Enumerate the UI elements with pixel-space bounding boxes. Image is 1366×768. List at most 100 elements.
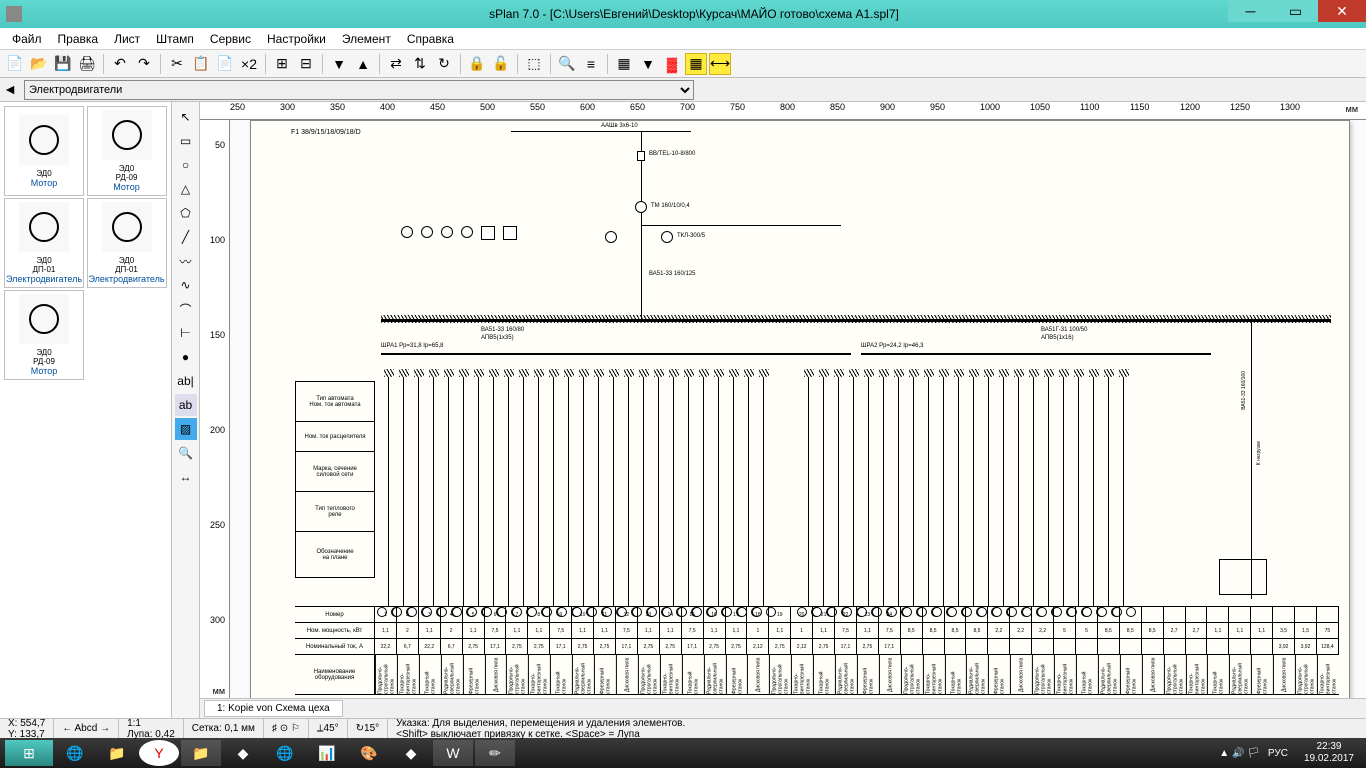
rect-tool[interactable]: ▭ <box>175 130 197 152</box>
palette-button[interactable]: ▓ <box>661 53 683 75</box>
snap-toggles[interactable]: ♯ ⊙ ⚐ <box>264 719 309 738</box>
menu-element[interactable]: Элемент <box>334 32 399 46</box>
pointer-tool[interactable]: ↖ <box>175 106 197 128</box>
polygon-tool[interactable]: △ <box>175 178 197 200</box>
rotate-display: ↻ 15° <box>348 719 389 738</box>
cut-button[interactable]: ✂ <box>166 53 188 75</box>
task-app1[interactable]: ◆ <box>223 740 263 766</box>
library-item[interactable]: ЭД0Мотор <box>4 106 84 196</box>
transformer-label: ТМ 160/10/0,4 <box>651 203 690 209</box>
window-titlebar: sPlan 7.0 - [C:\Users\Евгений\Desktop\Ку… <box>0 0 1366 28</box>
menu-edit[interactable]: Правка <box>50 32 107 46</box>
switch-label: ВВ/TEL-10-8/800 <box>649 151 695 157</box>
lock-button[interactable]: 🔒 <box>466 53 488 75</box>
task-splan[interactable]: ✏ <box>475 740 515 766</box>
bring-front-button[interactable]: ▲ <box>352 53 374 75</box>
print-button[interactable]: 🖨 <box>76 53 98 75</box>
canvas-scroll[interactable]: 5010015020025030050мм F1 38/9/15/18/09/1… <box>200 120 1366 698</box>
shra1-cable-label: АПВ5(1х35) <box>481 335 514 341</box>
task-yandex[interactable]: Y <box>139 740 179 766</box>
menu-service[interactable]: Сервис <box>202 32 259 46</box>
sheet-tab[interactable]: 1: Kopie von Схема цеха <box>204 700 343 717</box>
color-button[interactable]: ▼ <box>637 53 659 75</box>
special-tool[interactable]: ⬠ <box>175 202 197 224</box>
library-dropdown[interactable]: Электродвигатели <box>24 80 694 100</box>
last-breaker-label: ВА51-33 160/160 <box>1241 371 1247 410</box>
highlight2-button[interactable]: ⟷ <box>709 53 731 75</box>
shra2-breaker-label: ВА51Г-31 100/50 <box>1041 327 1087 333</box>
task-app2[interactable]: 📊 <box>307 740 347 766</box>
menu-stamp[interactable]: Штамп <box>148 32 202 46</box>
undo-button[interactable]: ↶ <box>109 53 131 75</box>
search-button[interactable]: 🔍 <box>556 53 578 75</box>
tray-icons[interactable]: ▲ 🔊 🏳 <box>1219 748 1260 759</box>
task-paint[interactable]: 🎨 <box>349 740 389 766</box>
window-title: sPlan 7.0 - [C:\Users\Евгений\Desktop\Ку… <box>28 7 1360 21</box>
line-tool[interactable]: ╱ <box>175 226 197 248</box>
task-app3[interactable]: ◆ <box>391 740 431 766</box>
ungroup-button[interactable]: ⊟ <box>295 53 317 75</box>
drawing-canvas[interactable]: F1 38/9/15/18/09/18/D ААШв 3x6-10 ВВ/TEL… <box>230 120 1366 698</box>
paste-button[interactable]: 📄 <box>214 53 236 75</box>
library-back-button[interactable]: ◄ <box>0 78 20 100</box>
library-selector-row: ◄ Электродвигатели <box>0 78 1366 102</box>
library-item[interactable]: ЭД0РД-09Мотор <box>4 290 84 380</box>
menu-file[interactable]: Файл <box>4 32 50 46</box>
grid-button[interactable]: ▦ <box>613 53 635 75</box>
text-tool[interactable]: ab| <box>175 370 197 392</box>
mirror-v-button[interactable]: ⇅ <box>409 53 431 75</box>
send-back-button[interactable]: ▼ <box>328 53 350 75</box>
library-item[interactable]: ЭД0ДП-01Электродвигатель <box>87 198 167 288</box>
measure-tool[interactable]: ↔ <box>175 466 197 488</box>
status-hint: Указка: Для выделения, перемещения и уда… <box>388 718 1366 740</box>
library-panel: ЭД0МоторЭД0РД-09МоторЭД0ДП-01Электродвиг… <box>0 102 172 718</box>
menu-sheet[interactable]: Лист <box>106 32 148 46</box>
menu-settings[interactable]: Настройки <box>259 32 334 46</box>
task-word[interactable]: W <box>433 740 473 766</box>
library-item[interactable]: ЭД0ДП-01Электродвигатель <box>4 198 84 288</box>
duplicate-button[interactable]: ×2 <box>238 53 260 75</box>
highlight1-button[interactable]: ▦ <box>685 53 707 75</box>
task-folder[interactable]: 📁 <box>181 740 221 766</box>
close-button[interactable]: ✕ <box>1318 0 1366 22</box>
group-button[interactable]: ⊞ <box>271 53 293 75</box>
abcd-display: ← Abcd → <box>54 719 119 738</box>
task-explorer[interactable]: 📁 <box>97 740 137 766</box>
save-file-button[interactable]: 💾 <box>52 53 74 75</box>
maximize-button[interactable]: ▭ <box>1273 0 1318 22</box>
zoom-display: 1:1Лупа: 0,42 <box>119 719 184 738</box>
redo-button[interactable]: ↷ <box>133 53 155 75</box>
language-indicator[interactable]: РУС <box>1268 748 1288 759</box>
taskbar-clock[interactable]: 22:39 19.02.2017 <box>1296 741 1362 765</box>
bezier-tool[interactable]: ∿ <box>175 274 197 296</box>
wave-tool[interactable]: 〰 <box>175 250 197 272</box>
shra1-bus <box>381 353 851 355</box>
arc-tool[interactable]: ⌒ <box>175 298 197 320</box>
copy-button[interactable]: 📋 <box>190 53 212 75</box>
connector-tool[interactable]: ⊢ <box>175 322 197 344</box>
mirror-h-button[interactable]: ⇄ <box>385 53 407 75</box>
angle-display: ⟂ 45° <box>309 719 348 738</box>
open-file-button[interactable]: 📂 <box>28 53 50 75</box>
ct-label: ТКЛ-300/5 <box>677 233 705 239</box>
rotate-button[interactable]: ↻ <box>433 53 455 75</box>
task-chrome[interactable]: 🌐 <box>265 740 305 766</box>
start-button[interactable]: ⊞ <box>5 740 53 766</box>
windows-taskbar: ⊞ 🌐 📁 Y 📁 ◆ 🌐 📊 🎨 ◆ W ✏ ▲ 🔊 🏳 РУС 22:39 … <box>0 738 1366 768</box>
unlock-button[interactable]: 🔓 <box>490 53 512 75</box>
minimize-button[interactable]: ─ <box>1228 0 1273 22</box>
zoom-selection-button[interactable]: ⬚ <box>523 53 545 75</box>
task-ie[interactable]: 🌐 <box>55 740 95 766</box>
sch-header-code: F1 38/9/15/18/09/18/D <box>291 129 361 136</box>
menu-help[interactable]: Справка <box>399 32 462 46</box>
new-file-button[interactable]: 📄 <box>4 53 26 75</box>
zoom-tool[interactable]: 🔍 <box>175 442 197 464</box>
image-tool[interactable]: ▨ <box>175 418 197 440</box>
app-icon <box>6 6 22 22</box>
shra1-label: ШРА1 Рр=31,8 Iр=65,8 <box>381 343 443 349</box>
circle-tool[interactable]: ○ <box>175 154 197 176</box>
label-tool[interactable]: ab <box>175 394 197 416</box>
list-button[interactable]: ≡ <box>580 53 602 75</box>
library-item[interactable]: ЭД0РД-09Мотор <box>87 106 167 196</box>
dot-tool[interactable]: ● <box>175 346 197 368</box>
